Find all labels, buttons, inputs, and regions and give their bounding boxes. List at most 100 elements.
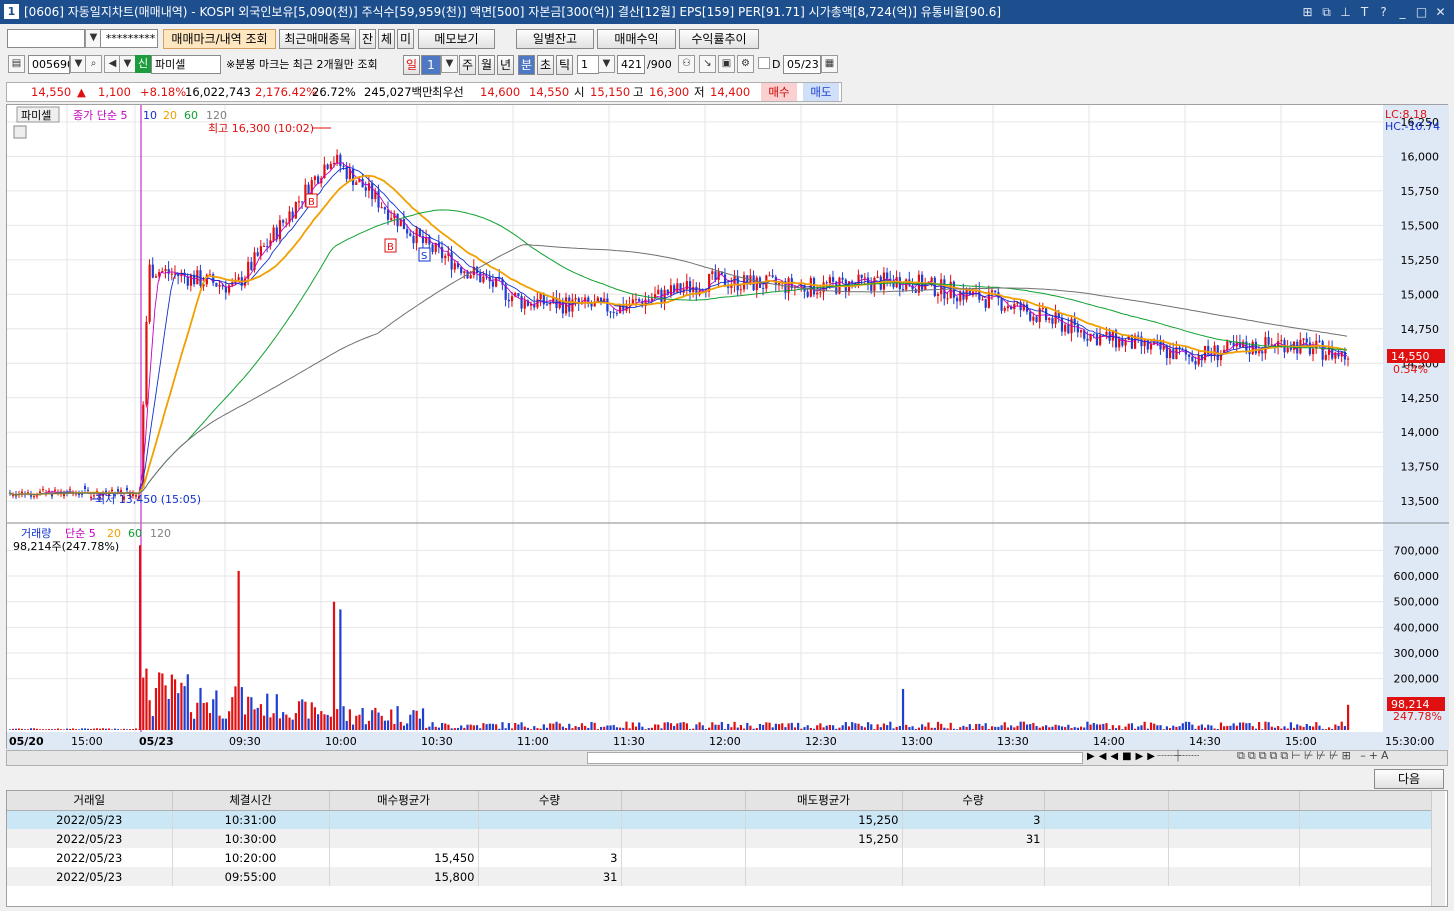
column-header[interactable]: 체결시간: [172, 791, 330, 811]
return-trend-button[interactable]: 수익률추이: [679, 29, 759, 49]
candle: [339, 154, 342, 167]
period-year[interactable]: 년: [497, 55, 514, 75]
volume-bar: [431, 722, 434, 730]
sell-mark[interactable]: S: [418, 247, 431, 262]
period-tick[interactable]: 틱: [556, 55, 573, 75]
period-second[interactable]: 초: [537, 55, 554, 75]
executed-button[interactable]: 체: [378, 29, 395, 49]
candle: [164, 269, 167, 272]
table-row[interactable]: 2022/05/23 09:55:00 15,800 31: [7, 867, 1432, 886]
table-scrollbar[interactable]: [1431, 791, 1445, 906]
password-field[interactable]: *********: [100, 29, 158, 48]
stock-name-field[interactable]: 파미셀: [151, 55, 221, 74]
daily-balance-button[interactable]: 일별잔고: [516, 29, 594, 49]
price-volume-chart[interactable]: 16,25016,00015,75015,50015,25015,00014,7…: [7, 105, 1449, 750]
table-row[interactable]: 2022/05/23 10:30:00 15,250 31: [7, 829, 1432, 848]
chart-menu-icon[interactable]: ▤: [8, 55, 25, 73]
zoom-slider[interactable]: ┈┈┈┼┈┈┈: [1157, 751, 1199, 762]
period-day-count[interactable]: 1: [421, 55, 441, 75]
column-header[interactable]: 수량: [478, 791, 622, 811]
volume-bar: [15, 728, 17, 730]
account-input[interactable]: [7, 29, 85, 48]
table-cell: [1299, 867, 1432, 886]
interval-input[interactable]: 1: [577, 55, 599, 74]
period-week[interactable]: 주: [459, 55, 476, 75]
candle: [994, 290, 997, 293]
volume-bar: [1146, 728, 1149, 730]
trade-profit-button[interactable]: 매매수익: [597, 29, 676, 49]
volume-bar: [224, 718, 228, 730]
buy-button[interactable]: 매수: [761, 83, 797, 101]
table-toggle-icon[interactable]: [13, 125, 27, 139]
settings-icon[interactable]: ⚙: [737, 55, 754, 73]
legend-ma20: 20: [163, 109, 177, 122]
chart-scrollbar[interactable]: ▶◀◀■▶▶ ┈┈┈┼┈┈┈ ⧉⧉⧉⧉⧉⊢⊬⊬⊬⊞ –+A: [6, 749, 1448, 766]
column-header[interactable]: 매수평균가: [329, 791, 479, 811]
memo-button[interactable]: 메모보기: [418, 29, 495, 49]
save-icon[interactable]: ▣: [718, 55, 735, 73]
stock-code-input[interactable]: 005690: [28, 55, 70, 74]
draw-tool-icon[interactable]: ↘: [699, 55, 716, 73]
chart-tools-icons[interactable]: ⧉⧉⧉⧉⧉⊢⊬⊬⊬⊞ –+A: [1237, 749, 1392, 763]
recent-stocks-button[interactable]: 최근매매종목: [279, 29, 356, 49]
minimize-icon[interactable]: _: [1395, 0, 1410, 24]
volume-bars: [9, 545, 1350, 730]
column-header[interactable]: 매도평균가: [745, 791, 903, 811]
volume-bar: [164, 685, 167, 730]
price-tick: 15,000: [1401, 288, 1440, 301]
date-checkbox[interactable]: [758, 57, 770, 69]
buy-mark[interactable]: B: [384, 238, 397, 253]
indicator-icon[interactable]: ⚇: [678, 55, 695, 73]
scroll-thumb[interactable]: [587, 752, 1083, 764]
volume-bar: [57, 728, 59, 730]
period-month[interactable]: 월: [478, 55, 495, 75]
column-header[interactable]: [1168, 791, 1300, 811]
column-header[interactable]: [1299, 791, 1432, 811]
speaker-dropdown-icon[interactable]: ▼: [119, 55, 136, 73]
help-icon[interactable]: ?: [1376, 0, 1391, 24]
candle: [215, 282, 218, 287]
candle: [520, 296, 523, 309]
volume-bar: [475, 725, 479, 730]
window-snap-icon[interactable]: ⊞: [1300, 0, 1315, 24]
chart-pane[interactable]: 16,250 16,000 15,750 15,500 15,250 15,000 14,7…: [6, 104, 1449, 750]
buy-mark[interactable]: B: [305, 193, 318, 208]
volume-bar: [1051, 726, 1054, 730]
column-header[interactable]: 거래일: [7, 791, 173, 811]
pending-button[interactable]: 미: [397, 29, 414, 49]
date-input[interactable]: 05/23: [783, 55, 821, 74]
count-input[interactable]: 421: [617, 55, 645, 74]
volume-rate: 2,176.42%: [255, 85, 318, 99]
maximize-icon[interactable]: □: [1414, 0, 1429, 24]
text-icon[interactable]: T: [1357, 0, 1372, 24]
volume-bar: [752, 728, 755, 730]
interval-dropdown-icon[interactable]: ▼: [598, 55, 615, 73]
volume-bar: [1264, 721, 1267, 730]
search-icon[interactable]: ⌕: [85, 55, 102, 73]
volume-bar: [609, 725, 612, 730]
volume-bar: [1245, 723, 1248, 730]
period-day[interactable]: 일: [403, 55, 420, 75]
pin-icon[interactable]: ⊥: [1338, 0, 1353, 24]
volume-bar: [701, 725, 704, 730]
volume-bar: [145, 668, 148, 730]
column-header[interactable]: [621, 791, 746, 811]
period-minute[interactable]: 분: [518, 55, 535, 75]
period-dropdown-icon[interactable]: ▼: [441, 55, 458, 73]
playback-controls[interactable]: ▶◀◀■▶▶: [1087, 751, 1159, 762]
balance-button[interactable]: 잔: [359, 29, 376, 49]
volume-bar: [714, 724, 717, 730]
window-clone-icon[interactable]: ⧉: [1319, 0, 1334, 24]
column-header[interactable]: 수량: [902, 791, 1045, 811]
volume-bar: [218, 715, 221, 730]
sell-button[interactable]: 매도: [803, 83, 839, 101]
calendar-icon[interactable]: ▦: [821, 55, 838, 73]
next-button[interactable]: 다음: [1374, 769, 1444, 789]
volume-bar: [301, 699, 304, 730]
table-row[interactable]: 2022/05/23 10:20:00 15,450 3: [7, 848, 1432, 867]
table-row[interactable]: 2022/05/23 10:31:00 15,250 3: [7, 810, 1432, 829]
volume-bar: [936, 721, 940, 730]
column-header[interactable]: [1044, 791, 1169, 811]
trade-mark-button[interactable]: 매매마크/내역 조회: [163, 29, 276, 49]
close-icon[interactable]: ✕: [1433, 0, 1448, 24]
